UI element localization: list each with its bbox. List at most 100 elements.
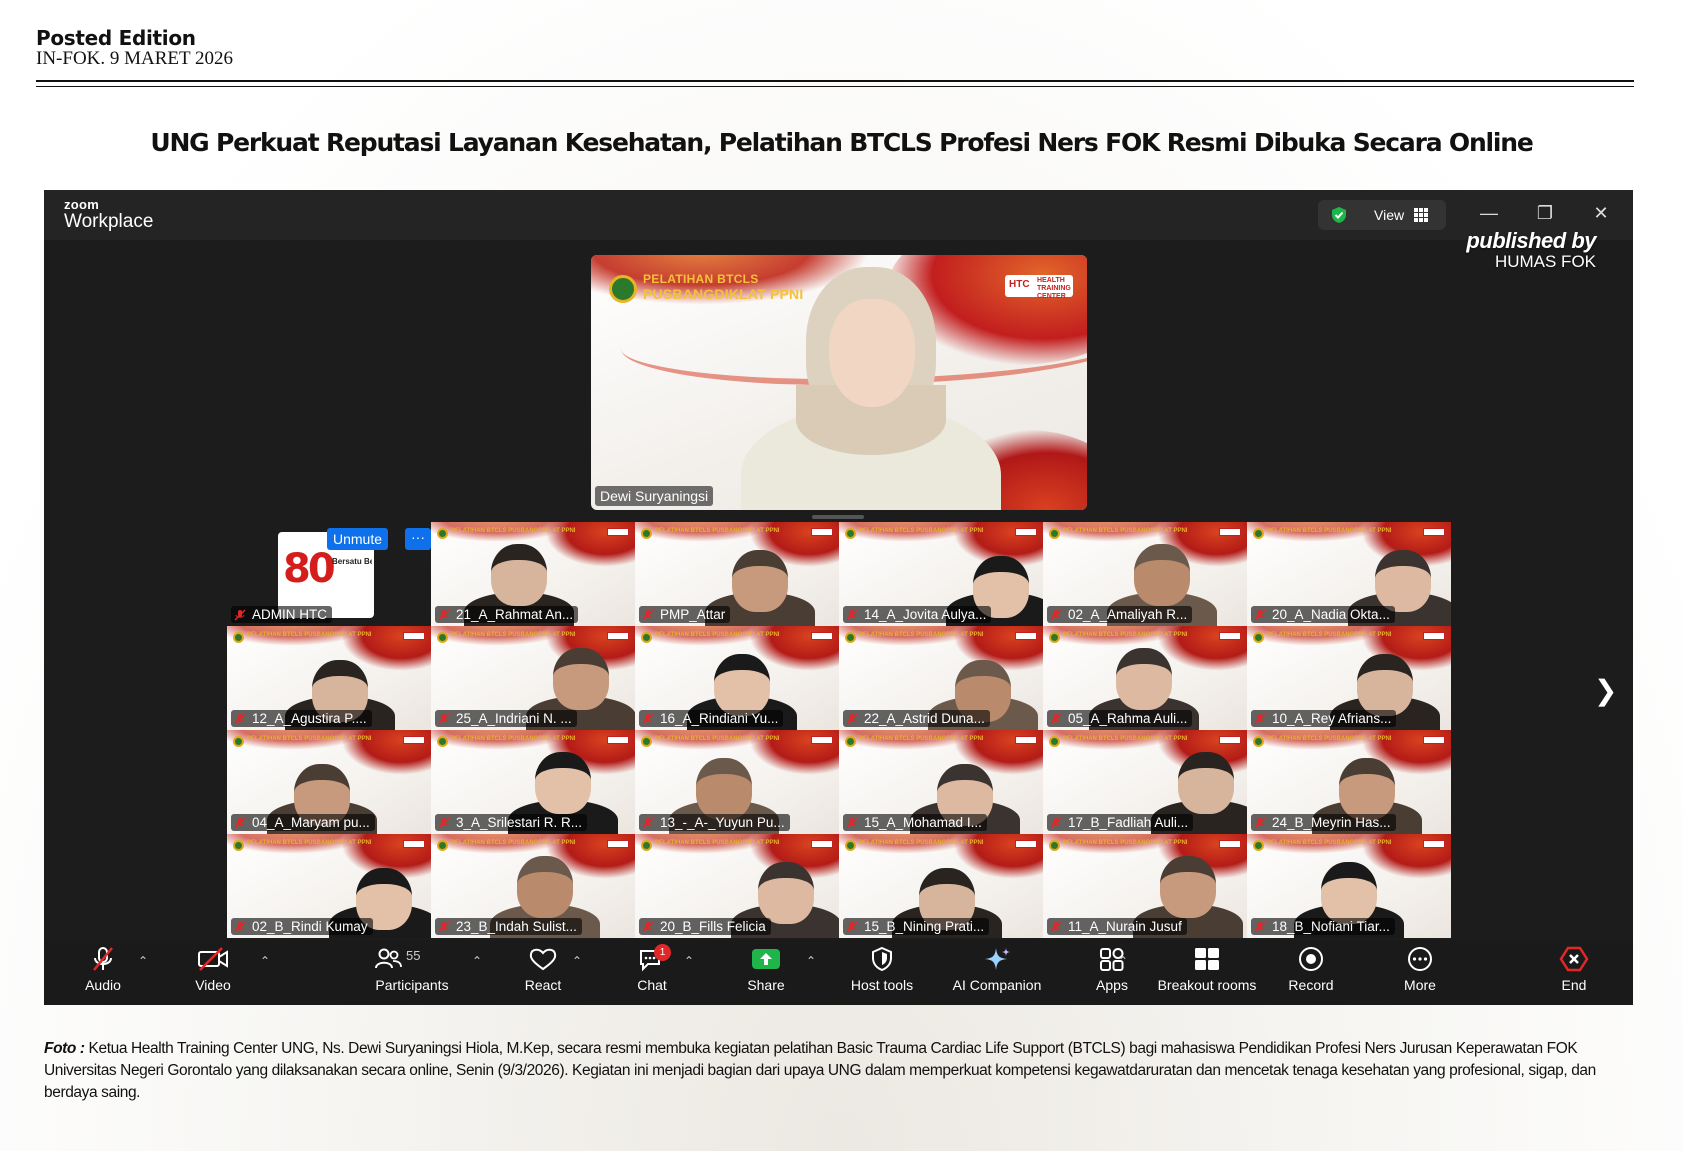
view-button[interactable]: View [1318,200,1446,230]
close-icon[interactable]: ✕ [1590,202,1612,224]
participant-head [1375,550,1431,612]
end-meeting-icon [1559,946,1589,972]
unmute-button[interactable]: Unmute [327,528,389,550]
participant-tile[interactable]: PELATIHAN BTCLS PUSBANGDIKLAT PPNI 16_A_R… [635,626,839,730]
video-label: Video [195,977,231,993]
tile-banner-text: PELATIHAN BTCLS PUSBANGDIKLAT PPNI [859,528,984,534]
participant-tile[interactable]: PELATIHAN BTCLS PUSBANGDIKLAT PPNI 22_A_A… [839,626,1043,730]
participant-tile[interactable]: PELATIHAN BTCLS PUSBANGDIKLAT PPNI 25_A_I… [431,626,635,730]
tile-ppni-logo [1253,736,1264,747]
more-button[interactable]: More [1400,946,1440,993]
apps-options-caret-icon[interactable]: ⌃ [1118,954,1128,968]
participant-name-tag: 24_B_Meyrin Has... [1251,814,1396,831]
participant-tile[interactable]: PELATIHAN BTCLS PUSBANGDIKLAT PPNI 04_A_M… [227,730,431,834]
apps-label: Apps [1096,977,1128,993]
video-options-caret-icon[interactable]: ⌃ [260,954,270,968]
participant-tile[interactable]: PELATIHAN BTCLS PUSBANGDIKLAT PPNI 21_A_R… [431,522,635,626]
participant-head [553,648,609,710]
participant-head [491,544,547,606]
tile-htc-logo [811,736,833,744]
next-page-chevron-icon[interactable]: ❯ [1594,674,1617,707]
video-button[interactable]: Video [192,946,234,993]
watermark-org: HUMAS FOK [1494,252,1596,271]
masthead: Posted Edition IN-FOK. 9 MARET 2026 [36,26,233,70]
participant-tile[interactable]: PELATIHAN BTCLS PUSBANGDIKLAT PPNI 17_B_F… [1043,730,1247,834]
participant-tile[interactable]: PELATIHAN BTCLS PUSBANGDIKLAT PPNI 14_A_J… [839,522,1043,626]
tile-ppni-logo [1049,840,1060,851]
tile-htc-logo [1423,632,1445,640]
tile-htc-logo [607,632,629,640]
participant-tile[interactable]: PELATIHAN BTCLS PUSBANGDIKLAT PPNI 15_B_N… [839,834,1043,938]
active-speaker-video[interactable]: PELATIHAN BTCLS PUSBANGDIKLAT PPNI HTC H… [591,255,1087,510]
participant-tile[interactable]: PELATIHAN BTCLS PUSBANGDIKLAT PPNI 02_B_R… [227,834,431,938]
tile-ppni-logo [641,840,652,851]
react-button[interactable]: React [518,946,568,993]
share-button[interactable]: Share [744,946,788,993]
participant-head [1116,648,1172,710]
participants-label: Participants [375,977,449,993]
end-button[interactable]: End [1556,946,1592,993]
participant-tile[interactable]: PELATIHAN BTCLS PUSBANGDIKLAT PPNI PMP_At… [635,522,839,626]
tile-htc-logo [1423,736,1445,744]
participant-tile-admin[interactable]: 80 Bersatu Berdaulat Rakyat Sejahtera In… [227,522,431,626]
restore-icon[interactable]: ❐ [1534,202,1556,224]
participants-options-caret-icon[interactable]: ⌃ [472,954,482,968]
video-off-icon [198,947,228,971]
tile-htc-logo [607,840,629,848]
ai-companion-label: AI Companion [952,977,1042,993]
participant-name: 15_B_Nining Prati... [864,919,985,934]
htc-logo-mark: HTC [1009,279,1030,290]
minimize-icon[interactable]: — [1478,202,1500,224]
breakout-rooms-button[interactable]: Breakout rooms [1144,946,1270,993]
host-tools-label: Host tools [850,977,914,993]
tile-htc-logo [1015,736,1037,744]
gallery-resize-handle[interactable] [812,515,864,519]
view-label: View [1374,207,1405,223]
participant-name-tag: 15_B_Nining Prati... [843,918,990,935]
participant-tile[interactable]: PELATIHAN BTCLS PUSBANGDIKLAT PPNI 20_A_N… [1247,522,1451,626]
participant-head [758,862,814,924]
mic-muted-icon [1050,713,1062,724]
tile-more-button[interactable]: ··· [405,528,431,550]
chat-options-caret-icon[interactable]: ⌃ [684,954,694,968]
participant-name-tag: 02_B_Rindi Kumay [231,918,373,935]
share-screen-icon [752,949,780,969]
participant-tile[interactable]: PELATIHAN BTCLS PUSBANGDIKLAT PPNI 3_A_Sr… [431,730,635,834]
react-label: React [524,977,562,993]
chat-button[interactable]: 1 Chat [630,944,674,993]
participant-tile[interactable]: PELATIHAN BTCLS PUSBANGDIKLAT PPNI 11_A_N… [1043,834,1247,938]
ai-companion-button[interactable]: AI Companion [932,946,1062,993]
host-tools-button[interactable]: Host tools [836,946,928,993]
participant-tile[interactable]: PELATIHAN BTCLS PUSBANGDIKLAT PPNI 10_A_R… [1247,626,1451,730]
audio-options-caret-icon[interactable]: ⌃ [138,954,148,968]
participants-button[interactable]: 55 Participants [370,946,454,993]
mic-muted-icon [1254,609,1266,620]
share-options-caret-icon[interactable]: ⌃ [806,954,816,968]
participant-tile[interactable]: PELATIHAN BTCLS PUSBANGDIKLAT PPNI 15_A_M… [839,730,1043,834]
record-button[interactable]: Record [1284,946,1338,993]
react-options-caret-icon[interactable]: ⌃ [572,954,582,968]
participant-head [714,654,770,716]
tile-banner-text: PELATIHAN BTCLS PUSBANGDIKLAT PPNI [1267,528,1392,534]
tile-banner-text: PELATIHAN BTCLS PUSBANGDIKLAT PPNI [1267,736,1392,742]
participant-tile[interactable]: PELATIHAN BTCLS PUSBANGDIKLAT PPNI 24_B_M… [1247,730,1451,834]
edition-label: Posted Edition [36,26,196,50]
participant-name-tag: 20_A_Nadia Okta... [1251,606,1395,623]
mic-muted-icon [1254,713,1266,724]
mic-muted-icon [642,817,654,828]
tile-ppni-logo [1049,736,1060,747]
participant-name: 23_B_Indah Sulist... [456,919,577,934]
participant-name: 20_A_Nadia Okta... [1272,607,1390,622]
participant-tile[interactable]: PELATIHAN BTCLS PUSBANGDIKLAT PPNI 13_-_A… [635,730,839,834]
participant-tile[interactable]: PELATIHAN BTCLS PUSBANGDIKLAT PPNI 02_A_A… [1043,522,1247,626]
participant-tile[interactable]: PELATIHAN BTCLS PUSBANGDIKLAT PPNI 05_A_R… [1043,626,1247,730]
participant-tile[interactable]: PELATIHAN BTCLS PUSBANGDIKLAT PPNI 23_B_I… [431,834,635,938]
masthead-rule-thin [36,86,1634,87]
participant-tile[interactable]: PELATIHAN BTCLS PUSBANGDIKLAT PPNI 18_B_N… [1247,834,1451,938]
tile-htc-logo [811,840,833,848]
participant-tile[interactable]: PELATIHAN BTCLS PUSBANGDIKLAT PPNI 12_A_A… [227,626,431,730]
tile-htc-logo [403,736,425,744]
tile-ppni-logo [1253,632,1264,643]
audio-button[interactable]: Audio [82,946,124,993]
participant-tile[interactable]: PELATIHAN BTCLS PUSBANGDIKLAT PPNI 20_B_F… [635,834,839,938]
